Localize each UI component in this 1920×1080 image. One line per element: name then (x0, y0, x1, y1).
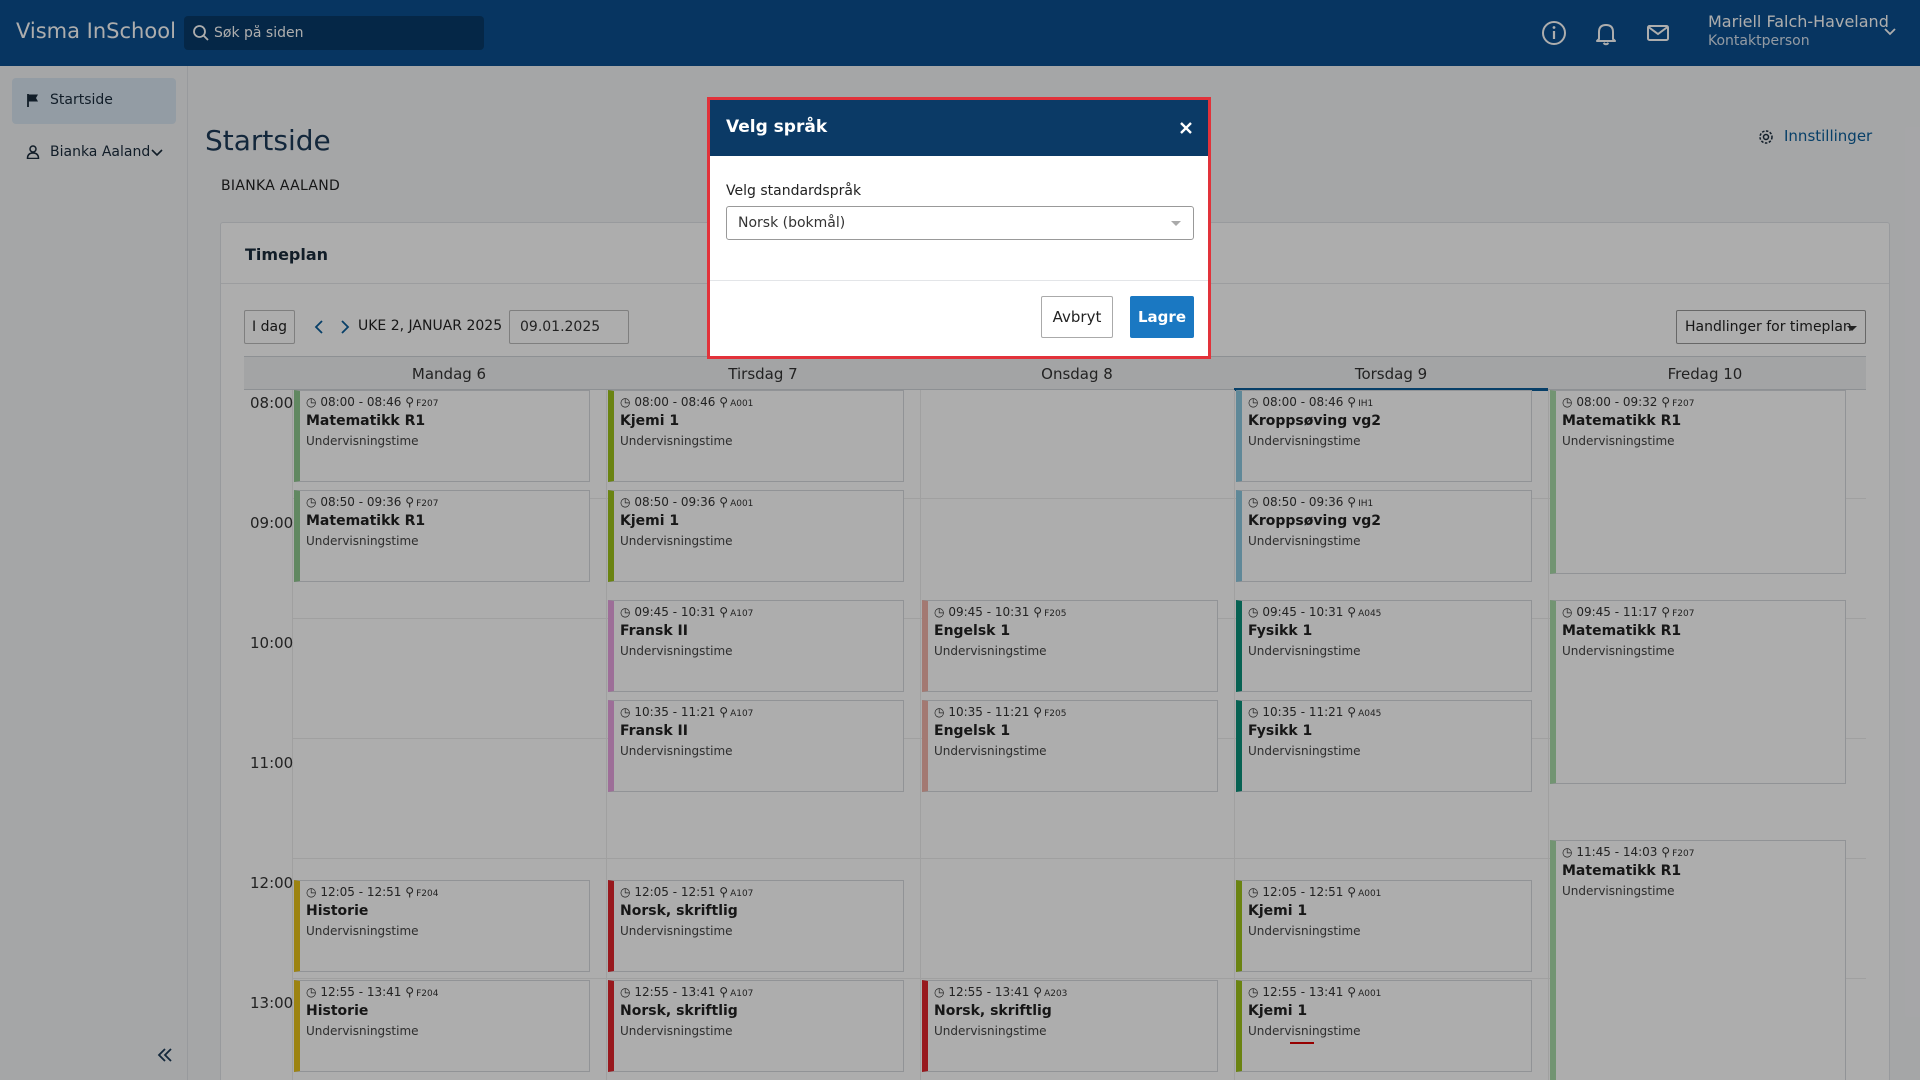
divider (710, 280, 1208, 281)
language-select-value: Norsk (bokmål) (738, 215, 846, 231)
language-select[interactable]: Norsk (bokmål) (726, 206, 1194, 240)
caret-down-icon (1171, 221, 1181, 226)
save-button[interactable]: Lagre (1130, 296, 1194, 338)
cancel-button[interactable]: Avbryt (1041, 296, 1113, 338)
close-icon[interactable] (1178, 120, 1194, 136)
dialog-header: Velg språk (710, 100, 1208, 156)
dialog-title: Velg språk (726, 117, 828, 137)
language-dialog: Velg språk Velg standardspråk Norsk (bok… (707, 97, 1211, 359)
language-field-label: Velg standardspråk (726, 183, 862, 199)
